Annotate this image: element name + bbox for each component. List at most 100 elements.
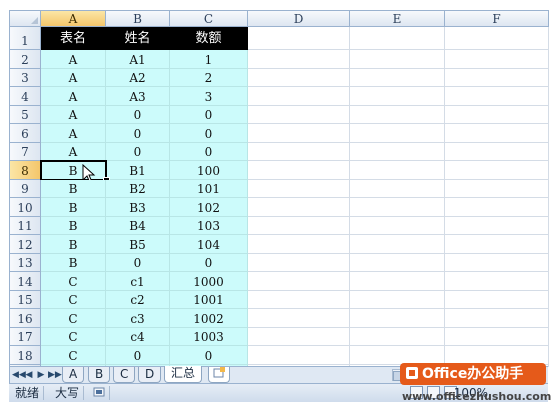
cell-d4[interactable]	[248, 87, 350, 106]
cell-b1[interactable]: 姓名	[106, 27, 170, 50]
cell-a13[interactable]: B	[41, 253, 106, 272]
row-header[interactable]: 12	[10, 235, 41, 254]
next-sheet-icon[interactable]: ▶	[36, 369, 46, 381]
cell-f5[interactable]	[445, 105, 549, 124]
last-sheet-icon[interactable]: ▶▶	[48, 369, 62, 381]
cell-e8[interactable]	[350, 161, 445, 180]
cell-b3[interactable]: A2	[106, 68, 170, 87]
cell-f4[interactable]	[445, 87, 549, 106]
cell-c12[interactable]: 104	[170, 235, 248, 254]
cell-c14[interactable]: 1000	[170, 272, 248, 291]
cell-d5[interactable]	[248, 105, 350, 124]
cell-c8[interactable]: 100	[170, 161, 248, 180]
cell-e13[interactable]	[350, 253, 445, 272]
cell-a6[interactable]: A	[41, 124, 106, 143]
cell-d17[interactable]	[248, 327, 350, 346]
cell-f10[interactable]	[445, 198, 549, 217]
cell-d16[interactable]	[248, 309, 350, 328]
cell-c17[interactable]: 1003	[170, 327, 248, 346]
row-header[interactable]: 9	[10, 179, 41, 198]
cell-a16[interactable]: C	[41, 309, 106, 328]
cell-a14[interactable]: C	[41, 272, 106, 291]
cell-b13[interactable]: 0	[106, 253, 170, 272]
row-header[interactable]: 15	[10, 290, 41, 309]
cell-f14[interactable]	[445, 272, 549, 291]
insert-sheet-icon[interactable]	[208, 367, 230, 383]
cell-c3[interactable]: 2	[170, 68, 248, 87]
cell-b10[interactable]: B3	[106, 198, 170, 217]
column-header-a[interactable]: A	[41, 11, 106, 27]
cell-f1[interactable]	[445, 27, 549, 50]
cell-f9[interactable]	[445, 179, 549, 198]
cell-d12[interactable]	[248, 235, 350, 254]
cell-f11[interactable]	[445, 216, 549, 235]
cell-e11[interactable]	[350, 216, 445, 235]
cell-e16[interactable]	[350, 309, 445, 328]
cell-c1[interactable]: 数额	[170, 27, 248, 50]
cell-a9[interactable]: B	[41, 179, 106, 198]
cell-b18[interactable]: 0	[106, 346, 170, 365]
cell-c18[interactable]: 0	[170, 346, 248, 365]
cell-c13[interactable]: 0	[170, 253, 248, 272]
row-header[interactable]: 14	[10, 272, 41, 291]
cell-a4[interactable]: A	[41, 87, 106, 106]
cell-d1[interactable]	[248, 27, 350, 50]
spreadsheet-grid[interactable]: A B C D E F 1 表名 姓名 数额 2 A A1 1 3 A A2 2 4 A A3 3 5 A 0 0 6 A 0 0 7 A 0 0…	[9, 10, 549, 367]
row-header[interactable]: 18	[10, 346, 41, 365]
record-macro-icon[interactable]	[89, 386, 110, 400]
row-header[interactable]: 8	[10, 161, 41, 180]
row-header[interactable]: 3	[10, 68, 41, 87]
column-header-d[interactable]: D	[248, 11, 350, 27]
cell-f13[interactable]	[445, 253, 549, 272]
cell-d15[interactable]	[248, 290, 350, 309]
cell-f2[interactable]	[445, 50, 549, 69]
cell-e1[interactable]	[350, 27, 445, 50]
cell-a5[interactable]: A	[41, 105, 106, 124]
cell-b12[interactable]: B5	[106, 235, 170, 254]
cell-b15[interactable]: c2	[106, 290, 170, 309]
cell-e14[interactable]	[350, 272, 445, 291]
cell-c10[interactable]: 102	[170, 198, 248, 217]
prev-sheet-icon[interactable]: ◀	[24, 369, 34, 381]
cell-e6[interactable]	[350, 124, 445, 143]
cell-a12[interactable]: B	[41, 235, 106, 254]
cell-e2[interactable]	[350, 50, 445, 69]
cell-e4[interactable]	[350, 87, 445, 106]
cell-f15[interactable]	[445, 290, 549, 309]
cell-a3[interactable]: A	[41, 68, 106, 87]
column-header-f[interactable]: F	[445, 11, 549, 27]
column-header-c[interactable]: C	[170, 11, 248, 27]
cell-e9[interactable]	[350, 179, 445, 198]
cell-f16[interactable]	[445, 309, 549, 328]
cell-a18[interactable]: C	[41, 346, 106, 365]
cell-e12[interactable]	[350, 235, 445, 254]
row-header[interactable]: 7	[10, 142, 41, 161]
cell-c6[interactable]: 0	[170, 124, 248, 143]
cell-a7[interactable]: A	[41, 142, 106, 161]
cell-a17[interactable]: C	[41, 327, 106, 346]
row-header[interactable]: 4	[10, 87, 41, 106]
cell-c11[interactable]: 103	[170, 216, 248, 235]
cell-e3[interactable]	[350, 68, 445, 87]
sheet-tab[interactable]: C	[113, 367, 136, 383]
cell-a11[interactable]: B	[41, 216, 106, 235]
cell-a2[interactable]: A	[41, 50, 106, 69]
cell-a1[interactable]: 表名	[41, 27, 106, 50]
cell-b14[interactable]: c1	[106, 272, 170, 291]
cell-d7[interactable]	[248, 142, 350, 161]
cell-c9[interactable]: 101	[170, 179, 248, 198]
row-header[interactable]: 16	[10, 309, 41, 328]
column-header-e[interactable]: E	[350, 11, 445, 27]
cell-f12[interactable]	[445, 235, 549, 254]
cell-c5[interactable]: 0	[170, 105, 248, 124]
cell-d18[interactable]	[248, 346, 350, 365]
cell-b17[interactable]: c4	[106, 327, 170, 346]
cell-c16[interactable]: 1002	[170, 309, 248, 328]
cell-c15[interactable]: 1001	[170, 290, 248, 309]
cell-c4[interactable]: 3	[170, 87, 248, 106]
row-header[interactable]: 17	[10, 327, 41, 346]
cell-c2[interactable]: 1	[170, 50, 248, 69]
cell-e10[interactable]	[350, 198, 445, 217]
cell-e15[interactable]	[350, 290, 445, 309]
row-header[interactable]: 2	[10, 50, 41, 69]
